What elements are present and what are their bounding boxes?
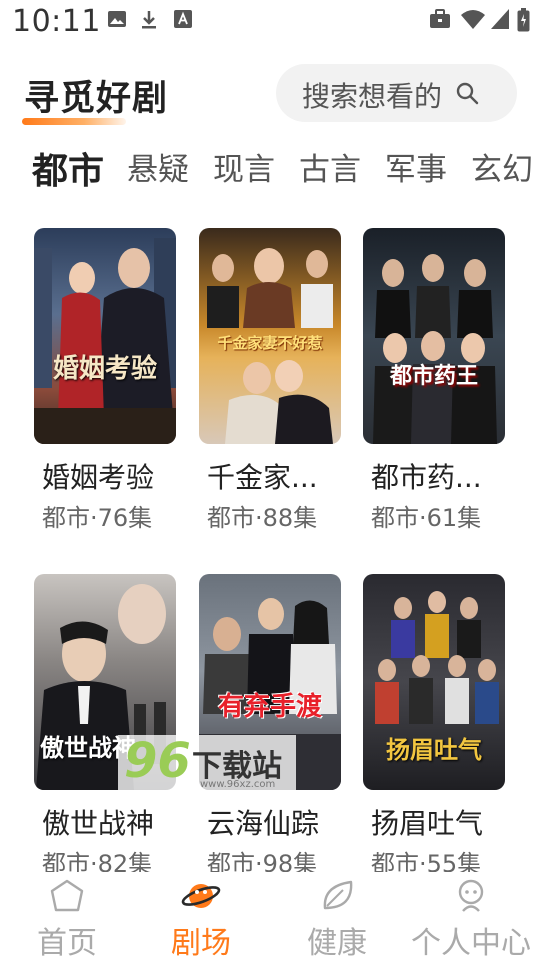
- drama-title: 都市药...: [371, 461, 482, 494]
- tab-junshi[interactable]: 军事: [385, 144, 447, 189]
- search-box[interactable]: 搜索想看的: [276, 64, 517, 122]
- drama-title: 千金家...: [207, 461, 318, 494]
- page-title: 寻觅好剧: [24, 79, 169, 119]
- nav-profile[interactable]: 个人中心: [406, 872, 536, 960]
- nav-profile-label: 个人中心: [411, 926, 531, 960]
- tab-xianyan[interactable]: 现言: [213, 144, 275, 189]
- nav-health-label: 健康: [307, 926, 367, 960]
- drama-title: 云海仙踪: [207, 807, 320, 840]
- poster-caption: 婚姻考验: [52, 354, 157, 384]
- leaf-icon: [323, 880, 353, 910]
- drama-meta: 都市·88集: [207, 504, 318, 532]
- signal-icon: [491, 9, 509, 29]
- poster-caption: 扬眉吐气: [386, 735, 482, 764]
- battery-icon: [517, 8, 530, 32]
- drama-title: 扬眉吐气: [371, 807, 484, 840]
- drama-poster[interactable]: 婚姻考验: [34, 228, 176, 444]
- category-tabs: 都市 悬疑 现言 古言 军事 玄幻: [0, 140, 540, 196]
- nav-theater-label: 剧场: [171, 926, 231, 960]
- tab-dushi[interactable]: 都市: [32, 142, 104, 194]
- nav-theater[interactable]: 剧场: [136, 872, 266, 960]
- font-icon: [174, 10, 192, 28]
- drama-poster[interactable]: 扬眉吐气: [363, 574, 505, 790]
- tab-xuanhuan[interactable]: 玄幻: [471, 144, 533, 189]
- drama-poster[interactable]: 千金家妻不好惹: [199, 228, 341, 444]
- status-time: 10:11: [12, 4, 101, 39]
- drama-title: 傲世战神: [42, 807, 155, 840]
- drama-title: 婚姻考验: [42, 461, 155, 494]
- home-icon: [50, 879, 84, 912]
- watermark: 96 下载站 www.96xz.com: [118, 733, 296, 799]
- search-placeholder: 搜索想看的: [302, 80, 443, 113]
- drama-poster[interactable]: 都市药王: [363, 228, 505, 444]
- planet-icon: [181, 884, 221, 908]
- nav-health[interactable]: 健康: [272, 872, 402, 960]
- drama-meta: 都市·61集: [371, 504, 482, 532]
- tab-guyan[interactable]: 古言: [299, 144, 361, 189]
- poster-caption: 有弃手渡: [217, 692, 322, 722]
- user-icon: [458, 879, 484, 912]
- download-icon: [142, 11, 156, 29]
- title-underline: [22, 118, 126, 125]
- nav-home[interactable]: 首页: [2, 872, 132, 960]
- briefcase-icon: [430, 9, 450, 28]
- search-icon[interactable]: [456, 82, 480, 106]
- wifi-icon: [461, 10, 485, 29]
- watermark-number: 96: [124, 733, 191, 789]
- poster-caption: 都市药王: [389, 363, 478, 389]
- poster-caption: 千金家妻不好惹: [217, 334, 323, 352]
- tab-xuanyi[interactable]: 悬疑: [127, 144, 189, 189]
- bottom-nav: 首页 剧场 健康 个人中心: [0, 872, 540, 960]
- watermark-site: www.96xz.com: [200, 779, 276, 790]
- drama-meta: 都市·76集: [42, 504, 153, 532]
- status-bar: 10:11: [0, 0, 540, 44]
- nav-home-label: 首页: [37, 926, 97, 960]
- gallery-icon: [108, 11, 126, 27]
